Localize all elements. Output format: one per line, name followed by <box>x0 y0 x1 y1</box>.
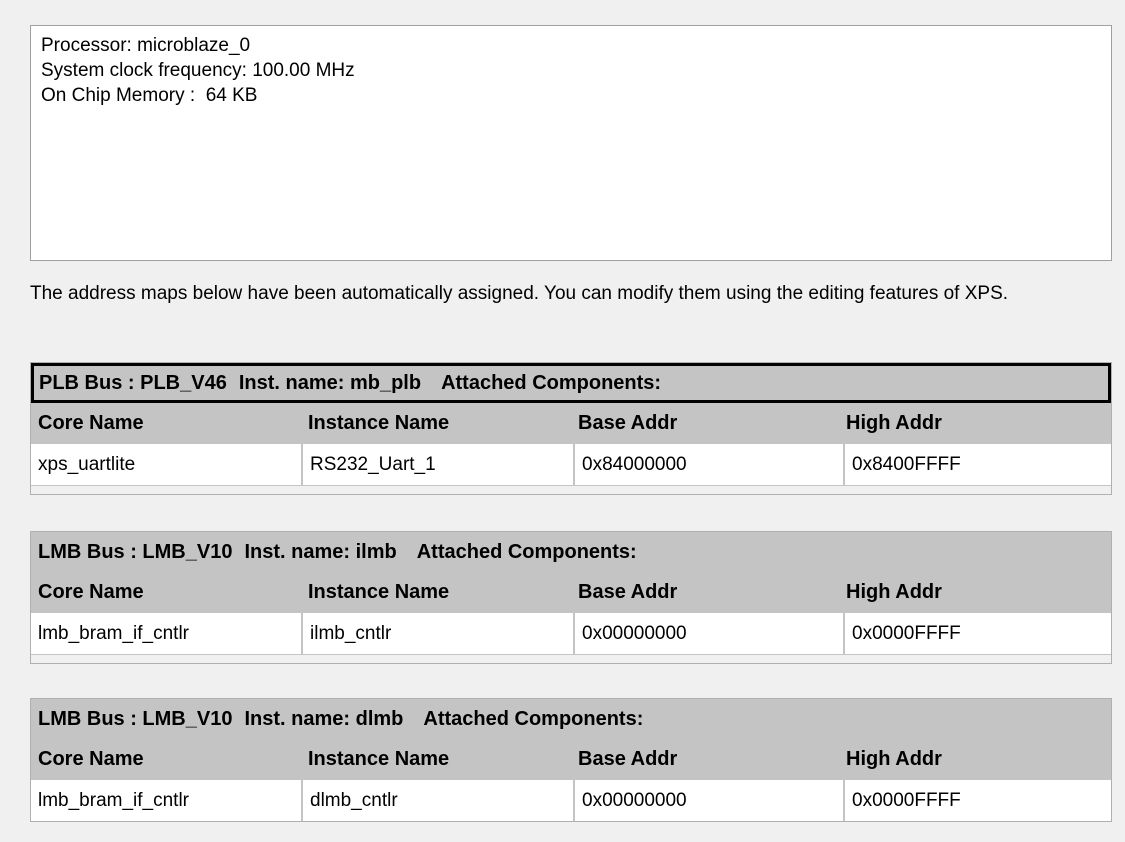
ilmb-bus-table: LMB Bus : LMB_V10 Inst. name: ilmb Attache… <box>30 531 1112 664</box>
high-addr-cell[interactable]: 0x8400FFFF <box>845 444 1111 485</box>
attached-components-label: Attached Components: <box>416 540 637 563</box>
bus-type: LMB Bus : LMB_V10 <box>38 707 233 730</box>
attached-components-label: Attached Components: <box>423 707 644 730</box>
bus-header[interactable]: LMB Bus : LMB_V10 Inst. name: ilmb Attache… <box>31 532 1111 572</box>
instance-name-cell[interactable]: dlmb_cntlr <box>303 780 573 821</box>
base-addr-cell[interactable]: 0x00000000 <box>575 780 843 821</box>
address-map-panel: Processor: microblaze_0 System clock fre… <box>0 0 1125 842</box>
instance-name-cell[interactable]: RS232_Uart_1 <box>303 444 573 485</box>
system-summary-textbox[interactable]: Processor: microblaze_0 System clock fre… <box>30 25 1112 261</box>
dlmb-bus-table: LMB Bus : LMB_V10 Inst. name: dlmb Attache… <box>30 698 1112 822</box>
column-header-high-addr: High Addr <box>846 748 942 770</box>
base-addr-cell[interactable]: 0x84000000 <box>575 444 843 485</box>
column-header-core-name: Core Name <box>38 412 144 434</box>
core-name-cell[interactable]: lmb_bram_if_cntlr <box>31 613 301 654</box>
core-name-cell[interactable]: xps_uartlite <box>31 444 301 485</box>
table-footer <box>31 485 1111 494</box>
processor-line: Processor: microblaze_0 <box>41 35 251 56</box>
on-chip-memory-line: On Chip Memory : 64 KB <box>41 85 258 106</box>
high-addr-cell[interactable]: 0x0000FFFF <box>845 613 1111 654</box>
base-addr-cell[interactable]: 0x00000000 <box>575 613 843 654</box>
instance-name-cell[interactable]: ilmb_cntlr <box>303 613 573 654</box>
column-header-instance-name: Instance Name <box>308 412 450 434</box>
column-header-row: Core Name Instance Name Base Addr High A… <box>31 403 1111 444</box>
table-row[interactable]: lmb_bram_if_cntlr dlmb_cntlr 0x00000000 … <box>31 780 1111 821</box>
column-header-base-addr: Base Addr <box>578 412 678 434</box>
column-header-instance-name: Instance Name <box>308 581 450 603</box>
attached-components-label: Attached Components: <box>441 371 662 394</box>
column-header-core-name: Core Name <box>38 748 144 770</box>
column-header-row: Core Name Instance Name Base Addr High A… <box>31 572 1111 613</box>
address-map-note: The address maps below have been automat… <box>30 283 1009 304</box>
bus-type: PLB Bus : PLB_V46 <box>39 371 227 394</box>
column-header-core-name: Core Name <box>38 581 144 603</box>
clock-frequency-line: System clock frequency: 100.00 MHz <box>41 60 355 81</box>
core-name-cell[interactable]: lmb_bram_if_cntlr <box>31 780 301 821</box>
table-row[interactable]: lmb_bram_if_cntlr ilmb_cntlr 0x00000000 … <box>31 613 1111 654</box>
column-header-high-addr: High Addr <box>846 581 942 603</box>
column-header-row: Core Name Instance Name Base Addr High A… <box>31 739 1111 780</box>
bus-instance-name: Inst. name: dlmb <box>244 707 404 730</box>
column-header-high-addr: High Addr <box>846 412 942 434</box>
column-header-instance-name: Instance Name <box>308 748 450 770</box>
column-header-base-addr: Base Addr <box>578 748 678 770</box>
high-addr-cell[interactable]: 0x0000FFFF <box>845 780 1111 821</box>
table-row[interactable]: xps_uartlite RS232_Uart_1 0x84000000 0x8… <box>31 444 1111 485</box>
bus-header[interactable]: LMB Bus : LMB_V10 Inst. name: dlmb Attache… <box>31 699 1111 739</box>
bus-instance-name: Inst. name: ilmb <box>244 540 397 563</box>
bus-header[interactable]: PLB Bus : PLB_V46 Inst. name: mb_plb Attac… <box>31 363 1111 403</box>
bus-instance-name: Inst. name: mb_plb <box>238 371 422 394</box>
column-header-base-addr: Base Addr <box>578 581 678 603</box>
plb-bus-table: PLB Bus : PLB_V46 Inst. name: mb_plb Attac… <box>30 362 1112 495</box>
table-footer <box>31 654 1111 663</box>
bus-type: LMB Bus : LMB_V10 <box>38 540 233 563</box>
